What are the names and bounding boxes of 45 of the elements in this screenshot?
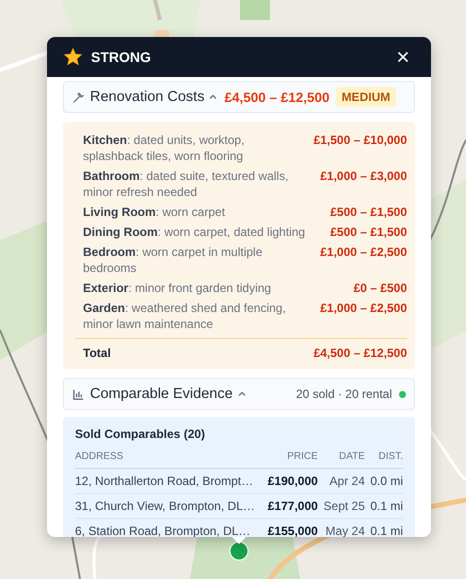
hammer-icon	[72, 90, 85, 104]
table-cell: Sept 25	[318, 494, 365, 518]
total-value: £4,500 – £12,500	[314, 345, 407, 361]
cost-item: Dining Room: worn carpet, dated lighting	[83, 224, 306, 240]
panel-title: Sold Comparables (20)	[75, 427, 206, 441]
table-cell: 12, Northallerton Road, Brompt…	[75, 468, 262, 494]
cost-item: Garden: weathered shed and fencing, minor lawn maintenance	[83, 300, 287, 332]
section-header[interactable]: Renovation Costs £4,500 – £12,500 MEDIUM	[63, 81, 415, 113]
cost-value: £1,000 – £3,000	[320, 168, 407, 185]
bar-chart-icon	[72, 388, 85, 400]
cost-value: £1,000 – £2,500	[320, 300, 407, 317]
close-icon[interactable]	[397, 51, 409, 63]
table-cell: 31, Church View, Brompton, DL…	[75, 494, 262, 518]
comparables-summary: 20 sold · 20 rental	[296, 387, 392, 401]
column-header: DATE	[318, 451, 365, 468]
section-title: Renovation Costs	[90, 89, 204, 105]
total-label: Total	[83, 345, 111, 361]
rating-title: STRONG	[91, 49, 152, 65]
table-cell: Apr 24	[318, 468, 365, 494]
cost-value: £500 – £1,500	[330, 204, 407, 220]
map-marker-icon[interactable]	[229, 541, 249, 561]
cost-item: Bathroom: dated suite, textured walls, minor refresh needed	[83, 168, 290, 200]
table-cell: £190,000	[262, 468, 318, 494]
cost-value: £1,500 – £10,000	[314, 132, 407, 149]
level-badge: MEDIUM	[336, 87, 396, 107]
cost-value: £1,000 – £2,500	[320, 244, 407, 261]
column-header: DIST.	[364, 451, 403, 468]
table-cell: £155,000	[262, 518, 318, 537]
cost-value: £0 – £500	[354, 280, 407, 296]
cost-item: Living Room: worn carpet	[83, 204, 226, 220]
table-cell: 0.1 mi	[364, 494, 403, 518]
table-cell: 0.0 mi	[364, 468, 403, 494]
popup-pointer	[232, 537, 246, 544]
column-header: PRICE	[262, 451, 318, 468]
star-icon	[63, 47, 83, 67]
cost-item: Kitchen: dated units, worktop, splashback tiles, worn flooring	[83, 132, 246, 164]
cost-range: £4,500 – £12,500	[224, 90, 330, 104]
column-header: ADDRESS	[75, 451, 262, 468]
cost-value: £500 – £1,500	[330, 224, 407, 240]
section-header[interactable]: Comparable Evidence 20 sold · 20 rental	[63, 378, 415, 410]
section-title: Comparable Evidence	[90, 386, 233, 402]
table-cell: £177,000	[262, 494, 318, 518]
cost-item: Bedroom: worn carpet in multiple bedrooms	[83, 244, 264, 276]
table-cell: 0.1 mi	[364, 518, 403, 537]
cost-item: Exterior: minor front garden tidying	[83, 280, 272, 296]
